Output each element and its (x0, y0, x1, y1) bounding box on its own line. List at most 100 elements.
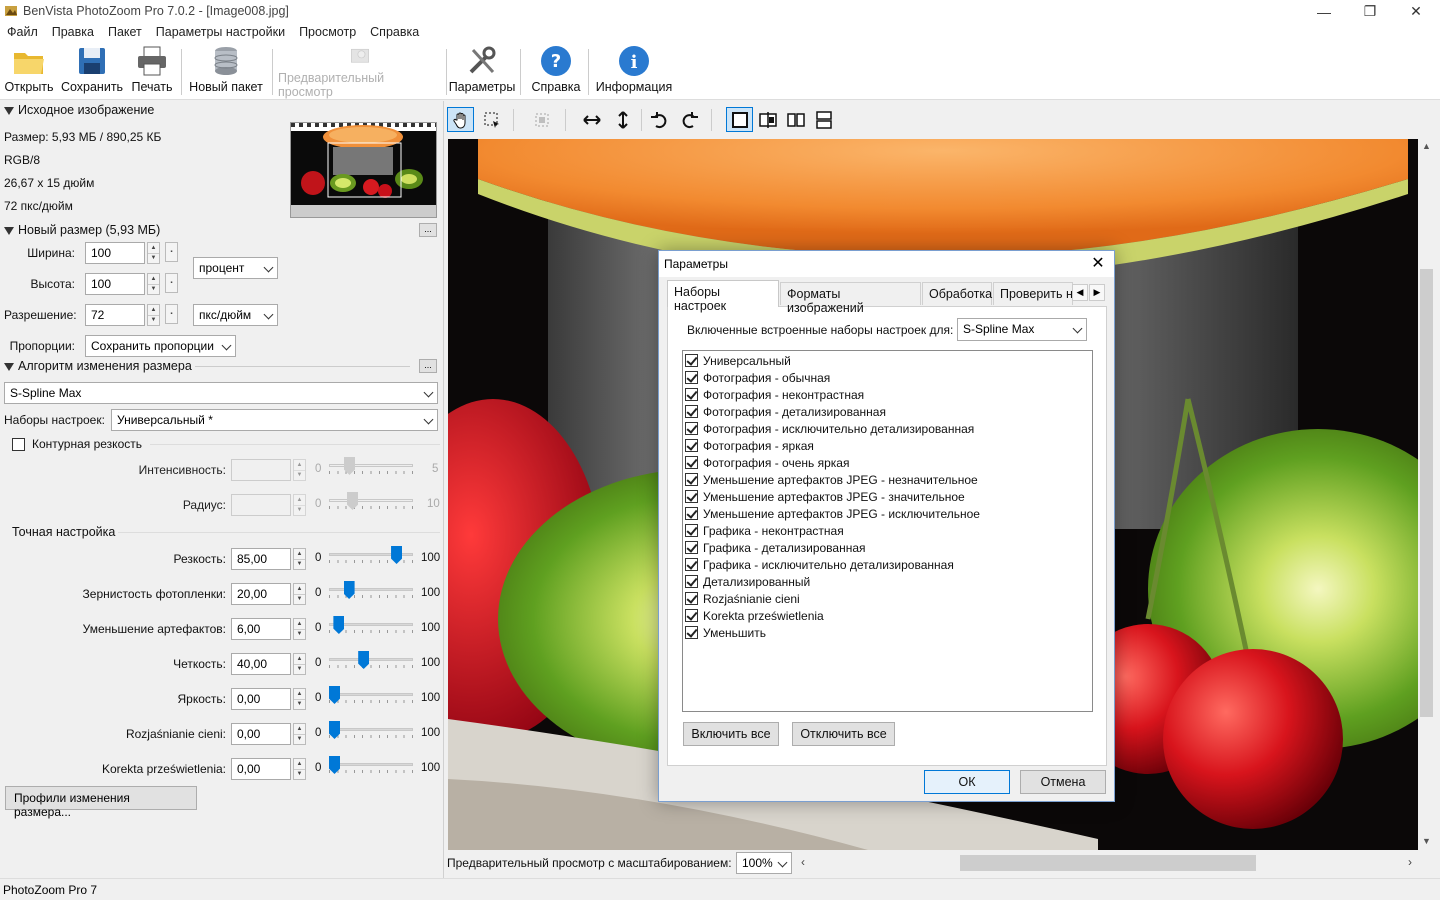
tab-presets[interactable]: Наборы настроек (667, 280, 779, 313)
preset-checkbox-item[interactable]: Детализированный (685, 573, 980, 590)
scroll-down-icon[interactable]: ▼ (1422, 836, 1431, 846)
fine-value-spinner[interactable]: ▲ ▼ (293, 653, 306, 675)
rotate-left-button[interactable] (645, 107, 672, 132)
checkbox-checked[interactable] (685, 507, 698, 520)
checkbox-checked[interactable] (685, 371, 698, 384)
split-view-button[interactable] (754, 107, 781, 132)
presets-dropdown[interactable]: Универсальный * (111, 409, 438, 431)
side-by-side-view-button[interactable] (782, 107, 809, 132)
fine-value-spinner[interactable]: ▲ ▼ (293, 758, 306, 780)
help-button[interactable]: ? Справка (527, 45, 585, 99)
fine-value-input[interactable]: 0,00 (231, 758, 291, 780)
checkbox-checked[interactable] (685, 541, 698, 554)
presets-for-dropdown[interactable]: S-Spline Max (957, 318, 1087, 341)
algo-more-button[interactable]: ... (419, 359, 437, 373)
fine-slider[interactable] (329, 686, 413, 707)
preset-checkbox-item[interactable]: Универсальный (685, 352, 980, 369)
fine-value-spinner[interactable]: ▲ ▼ (293, 618, 306, 640)
height-input[interactable]: 100 (85, 273, 145, 295)
height-link-toggle[interactable]: ▪ (165, 273, 178, 293)
fine-value-input[interactable]: 0,00 (231, 723, 291, 745)
menu-edit[interactable]: Правка (45, 23, 101, 43)
fine-value-spinner[interactable]: ▲ ▼ (293, 688, 306, 710)
preset-checkbox-item[interactable]: Графика - детализированная (685, 539, 980, 556)
source-thumbnail[interactable] (290, 119, 437, 218)
menu-batch[interactable]: Пакет (101, 23, 149, 43)
fine-slider[interactable] (329, 616, 413, 637)
fine-slider[interactable] (329, 756, 413, 777)
close-button[interactable]: ✕ (1393, 0, 1439, 23)
intensity-input[interactable] (231, 459, 291, 481)
zoom-dropdown[interactable]: 100% (736, 852, 792, 874)
fine-value-input[interactable]: 40,00 (231, 653, 291, 675)
preset-checkbox-item[interactable]: Korekta prześwietlenia (685, 607, 980, 624)
method-dropdown[interactable]: S-Spline Max (4, 382, 438, 404)
restore-button[interactable]: ❐ (1347, 0, 1393, 23)
width-link-toggle[interactable]: ▪ (165, 242, 178, 262)
checkbox-checked[interactable] (685, 626, 698, 639)
checkbox-checked[interactable] (685, 592, 698, 605)
menu-file[interactable]: Файл (0, 23, 45, 43)
radius-input[interactable] (231, 494, 291, 516)
horizontal-scroll-thumb[interactable] (960, 855, 1256, 871)
minimize-button[interactable]: — (1301, 0, 1347, 23)
save-button[interactable]: Сохранить (60, 45, 124, 99)
intensity-slider[interactable] (329, 457, 413, 478)
menu-settings[interactable]: Параметры настройки (149, 23, 292, 43)
fine-value-spinner[interactable]: ▲ ▼ (293, 723, 306, 745)
fine-slider[interactable] (329, 546, 413, 567)
menu-help[interactable]: Справка (363, 23, 426, 43)
preset-checkbox-item[interactable]: Фотография - детализированная (685, 403, 980, 420)
width-input[interactable]: 100 (85, 242, 145, 264)
checkbox-checked[interactable] (685, 558, 698, 571)
checkbox-checked[interactable] (685, 575, 698, 588)
stacked-view-button[interactable] (810, 107, 837, 132)
dialog-close-button[interactable]: ✕ (1084, 253, 1112, 273)
fine-slider[interactable] (329, 721, 413, 742)
checkbox-checked[interactable] (685, 456, 698, 469)
preset-checkbox-item[interactable]: Графика - неконтрастная (685, 522, 980, 539)
preset-checkbox-item[interactable]: Rozjaśnianie cieni (685, 590, 980, 607)
crop-tool-button[interactable] (528, 107, 555, 132)
preset-checkbox-item[interactable]: Фотография - неконтрастная (685, 386, 980, 403)
enable-all-button[interactable]: Включить все (683, 722, 779, 746)
open-button[interactable]: Открыть (4, 45, 54, 99)
scroll-left-icon[interactable]: ‹ (801, 855, 805, 869)
newsize-section-header[interactable]: Новый размер (5,93 МБ) (4, 223, 160, 237)
algo-section-header[interactable]: Алгоритм изменения размера (4, 359, 192, 373)
checkbox-checked[interactable] (685, 490, 698, 503)
single-view-button[interactable] (726, 107, 753, 132)
radius-spinner[interactable]: ▲ ▼ (293, 494, 306, 516)
width-spinner[interactable]: ▲ ▼ (147, 242, 160, 264)
checkbox-checked[interactable] (685, 354, 698, 367)
checkbox-checked[interactable] (685, 439, 698, 452)
ok-button[interactable]: ОК (924, 770, 1010, 794)
unsharp-checkbox[interactable] (12, 438, 25, 451)
preset-checkbox-item[interactable]: Фотография - исключительно детализирован… (685, 420, 980, 437)
flip-horizontal-button[interactable] (578, 107, 605, 132)
tab-check-updates[interactable]: Проверить на (993, 282, 1073, 305)
checkbox-checked[interactable] (685, 388, 698, 401)
preset-checkbox-item[interactable]: Уменьшение артефактов JPEG - незначитель… (685, 471, 980, 488)
newsize-more-button[interactable]: ... (419, 223, 437, 237)
resolution-link-toggle[interactable]: ▪ (165, 304, 178, 324)
preset-checkbox-item[interactable]: Фотография - яркая (685, 437, 980, 454)
scroll-right-icon[interactable]: › (1408, 855, 1412, 869)
settings-button[interactable]: Параметры (449, 45, 515, 99)
fine-slider[interactable] (329, 581, 413, 602)
menu-view[interactable]: Просмотр (292, 23, 363, 43)
source-section-header[interactable]: Исходное изображение (4, 103, 154, 117)
resize-profiles-button[interactable]: Профили изменения размера... (5, 786, 197, 819)
tab-scroll-left-button[interactable]: ◀ (1072, 284, 1088, 301)
preset-checkbox-item[interactable]: Фотография - обычная (685, 369, 980, 386)
cancel-button[interactable]: Отмена (1020, 770, 1106, 794)
proportion-dropdown[interactable]: Сохранить пропорции (85, 335, 236, 357)
preset-checkbox-item[interactable]: Уменьшение артефактов JPEG - исключитель… (685, 505, 980, 522)
preset-checkbox-item[interactable]: Уменьшить (685, 624, 980, 641)
print-button[interactable]: Печать (128, 45, 176, 99)
tab-scroll-right-button[interactable]: ▶ (1089, 284, 1105, 301)
intensity-spinner[interactable]: ▲ ▼ (293, 459, 306, 481)
fine-value-spinner[interactable]: ▲ ▼ (293, 583, 306, 605)
checkbox-checked[interactable] (685, 524, 698, 537)
checkbox-checked[interactable] (685, 473, 698, 486)
